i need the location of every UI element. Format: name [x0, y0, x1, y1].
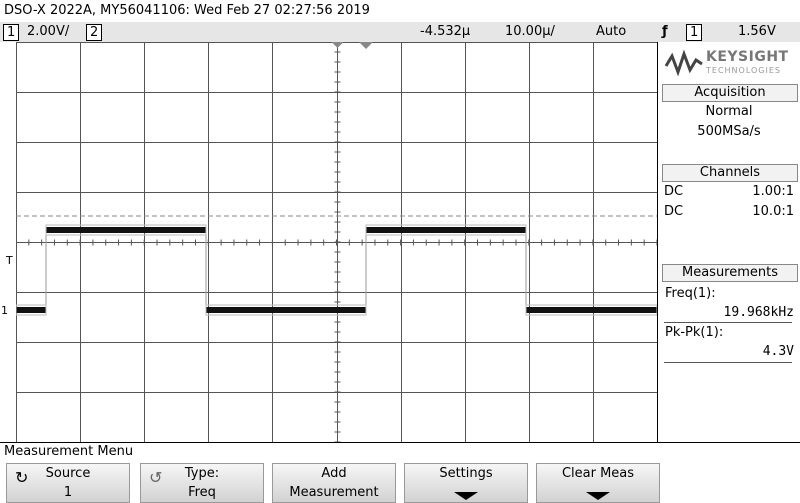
- measurement-divider: [664, 322, 792, 323]
- softkey-label: Add: [321, 466, 347, 481]
- trigger-position-icon: [331, 42, 344, 48]
- clear-meas-softkey[interactable]: Clear Meas: [536, 463, 660, 503]
- channel-1-probe: 1.00:1: [752, 184, 794, 199]
- submenu-arrow-icon: [454, 492, 478, 500]
- side-panel: KEYSIGHT TECHNOLOGIES Acquisition Normal…: [658, 42, 800, 442]
- waveform-level: [16, 307, 46, 313]
- channels-header[interactable]: Channels: [662, 164, 798, 182]
- waveform-level: [366, 227, 526, 233]
- keysight-wave-icon: [664, 49, 703, 77]
- waveform-level: [46, 227, 206, 233]
- acquisition-rate: 500MSa/s: [697, 124, 761, 139]
- keysight-logo: KEYSIGHT TECHNOLOGIES: [658, 42, 800, 84]
- softkey-label: Type:: [184, 466, 220, 481]
- acquisition-mode: Normal: [705, 104, 753, 119]
- time-scale[interactable]: 10.00µ/: [505, 22, 555, 42]
- channel-2-coupling: DC: [664, 204, 684, 219]
- menu-title: Measurement Menu: [0, 443, 800, 461]
- trigger-source-badge[interactable]: 1: [686, 24, 703, 41]
- measurements-header[interactable]: Measurements: [662, 264, 798, 282]
- time-offset[interactable]: -4.532µ: [420, 22, 470, 42]
- add-measurement-softkey[interactable]: Add Measurement: [272, 463, 396, 503]
- source-softkey[interactable]: ↻ Source 1: [6, 463, 130, 503]
- channel-1-scale[interactable]: 2.00V/: [27, 22, 69, 42]
- softkey-bar: ↻ Source 1 ↺ Type: Freq Add Measurement …: [0, 461, 800, 503]
- trigger-level-marker: T: [6, 254, 13, 267]
- waveform-level: [206, 307, 366, 313]
- trigger-level[interactable]: 1.56V: [738, 22, 776, 42]
- delay-position-icon: [359, 42, 373, 49]
- logo-sub: TECHNOLOGIES: [706, 66, 781, 75]
- softkey-label: Settings: [439, 466, 493, 481]
- channel-2-badge[interactable]: 2: [86, 24, 103, 41]
- status-bar: 1 2.00V/ 2 -4.532µ 10.00µ/ Auto ƒ 1 1.56…: [0, 22, 800, 42]
- measurement-value-pkpk: 4.3V: [762, 344, 794, 359]
- settings-softkey[interactable]: Settings: [404, 463, 528, 503]
- logo-brand: KEYSIGHT: [706, 49, 789, 65]
- type-softkey[interactable]: ↺ Type: Freq: [140, 463, 264, 503]
- waveform-grid[interactable]: [16, 42, 657, 442]
- softkey-value: Freq: [188, 485, 216, 500]
- softkey-value: 1: [63, 485, 73, 500]
- channel-1-badge[interactable]: 1: [3, 24, 20, 41]
- scope-display[interactable]: [16, 42, 657, 442]
- channel-1-ground-marker: 1: [1, 304, 8, 317]
- submenu-arrow-icon: [586, 492, 610, 500]
- channel-1-coupling: DC: [664, 184, 684, 199]
- waveform-level: [526, 307, 657, 313]
- window-title: DSO-X 2022A, MY56041106: Wed Feb 27 02:2…: [0, 0, 800, 22]
- measurement-label-pkpk: Pk-Pk(1):: [665, 325, 724, 340]
- acquisition-header[interactable]: Acquisition: [662, 84, 798, 102]
- channel-2-probe: 10.0:1: [752, 204, 794, 219]
- trigger-mode[interactable]: Auto: [596, 22, 626, 42]
- trigger-edge-icon: ƒ: [662, 24, 668, 39]
- softkey-label: Clear Meas: [561, 466, 635, 481]
- measurement-label-freq: Freq(1):: [665, 286, 716, 301]
- measurement-value-freq: 19.968kHz: [723, 305, 794, 320]
- measurement-divider: [664, 362, 792, 363]
- softkey-value: Measurement: [289, 485, 379, 500]
- softkey-label: Source: [45, 466, 91, 481]
- marker-strip: T 1: [0, 42, 16, 442]
